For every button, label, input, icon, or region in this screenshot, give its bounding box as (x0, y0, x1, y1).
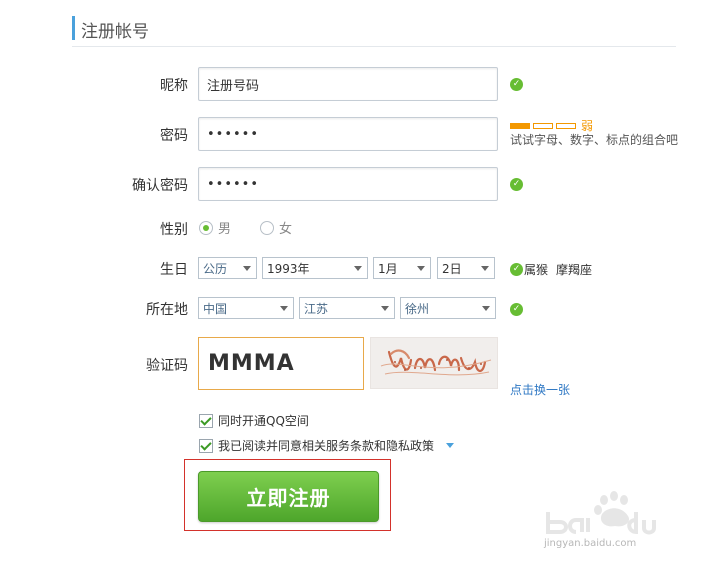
constellation: 摩羯座 (556, 263, 593, 277)
calendar-select[interactable]: 公历 (198, 257, 257, 279)
confirm-password-input[interactable]: •••••• (198, 167, 498, 201)
day-value: 2日 (442, 261, 462, 276)
refresh-captcha-link[interactable]: 点击换一张 (510, 381, 570, 398)
gender-radio-male[interactable]: 男 (199, 218, 231, 237)
radio-dot[interactable] (260, 220, 274, 235)
check-circle-icon: ✓ (510, 303, 523, 316)
chevron-down-icon (482, 306, 490, 311)
expand-terms-icon[interactable] (446, 443, 455, 448)
calendar-value: 公历 (203, 261, 228, 276)
gender-option-label: 女 (279, 222, 293, 237)
location-label: 所在地 (146, 302, 188, 318)
gender-label: 性别 (160, 222, 188, 238)
zodiac-note: ✓ 属猴 摩羯座 (510, 261, 592, 278)
header-accent-bar (72, 16, 75, 40)
city-select[interactable]: 徐州 (400, 297, 496, 319)
qzone-label: 同时开通QQ空间 (218, 414, 309, 428)
captcha-graphic (380, 349, 492, 376)
register-button[interactable]: 立即注册 (198, 471, 379, 522)
agree-label: 我已阅读并同意相关服务条款和隐私政策 (218, 439, 435, 453)
check-circle-icon: ✓ (510, 178, 523, 191)
day-select[interactable]: 2日 (437, 257, 495, 279)
strength-segment (556, 122, 576, 129)
nickname-input[interactable]: 注册号码 (198, 67, 498, 101)
gender-radio-female[interactable]: 女 (260, 218, 292, 237)
qzone-checkbox[interactable]: 同时开通QQ空间 (199, 412, 309, 429)
check-circle-icon: ✓ (510, 263, 523, 276)
captcha-label: 验证码 (146, 358, 188, 374)
checkbox-box[interactable] (199, 438, 213, 453)
password-hint: 试试字母、数字、标点的组合吧 (510, 133, 679, 147)
country-value: 中国 (203, 301, 228, 316)
checkbox-box[interactable] (199, 413, 213, 428)
chevron-down-icon (417, 266, 425, 271)
month-value: 1月 (378, 261, 398, 276)
city-value: 徐州 (405, 301, 430, 316)
month-select[interactable]: 1月 (373, 257, 431, 279)
captcha-image[interactable] (370, 337, 498, 389)
chinese-zodiac: 属猴 (524, 263, 549, 277)
province-select[interactable]: 江苏 (299, 297, 395, 319)
agree-checkbox[interactable]: 我已阅读并同意相关服务条款和隐私政策 (199, 437, 455, 454)
check-circle-icon: ✓ (510, 78, 523, 91)
captcha-input[interactable]: MMMA (198, 337, 364, 390)
country-select[interactable]: 中国 (198, 297, 294, 319)
section-header: 注册帐号 (72, 16, 676, 47)
strength-segment (510, 122, 530, 129)
radio-dot[interactable] (199, 220, 213, 235)
chevron-down-icon (481, 266, 489, 271)
watermark-url: jingyan.baidu.com (544, 538, 637, 549)
chevron-down-icon (381, 306, 389, 311)
strength-segment (533, 122, 553, 129)
province-value: 江苏 (304, 301, 329, 316)
page-title: 注册帐号 (81, 22, 149, 42)
year-select[interactable]: 1993年 (262, 257, 368, 279)
gender-option-label: 男 (218, 222, 232, 237)
birthday-label: 生日 (160, 262, 188, 278)
chevron-down-icon (280, 306, 288, 311)
year-value: 1993年 (267, 261, 310, 276)
nickname-label: 昵称 (160, 78, 188, 94)
password-input[interactable]: •••••• (198, 117, 498, 151)
confirm-password-label: 确认密码 (132, 178, 188, 194)
chevron-down-icon (354, 266, 362, 271)
chevron-down-icon (243, 266, 251, 271)
password-label: 密码 (160, 128, 188, 144)
